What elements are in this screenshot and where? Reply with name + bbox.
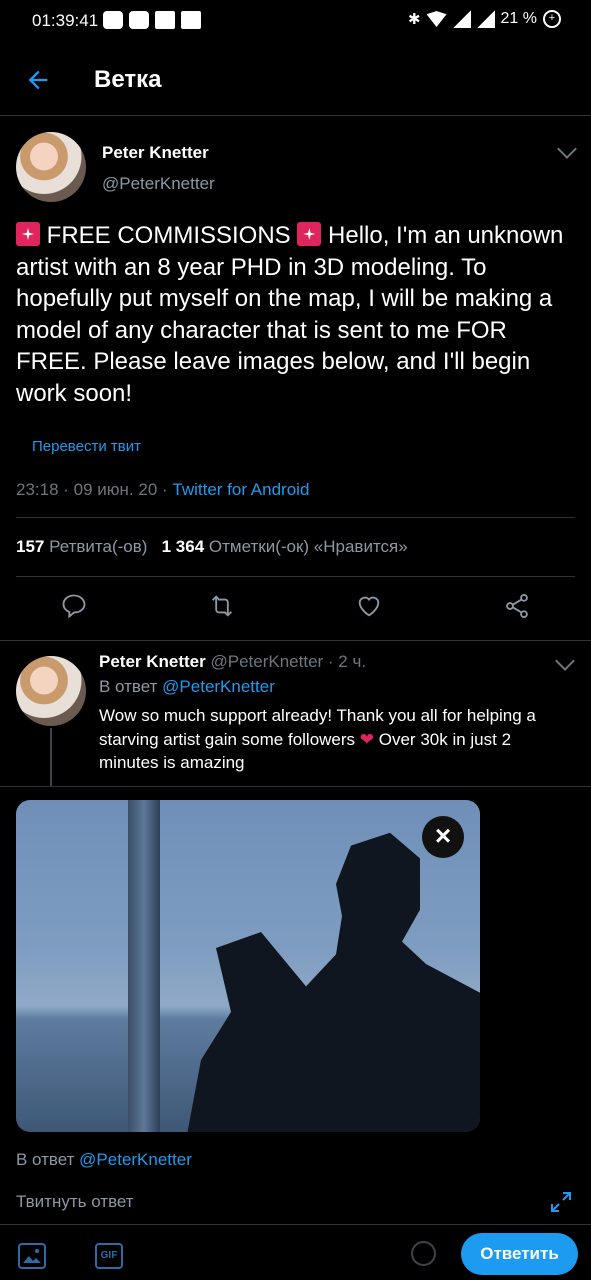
signal-icon	[452, 10, 471, 28]
siren-emoji-icon	[297, 222, 322, 246]
like-label[interactable]: Отметки(-ок) «Нравится»	[209, 537, 408, 556]
system-icons: ✱ 21 % +	[408, 10, 561, 28]
avatar[interactable]	[16, 132, 86, 202]
tweet-meta: 23:18 · 09 июн. 20 · Twitter for Android	[16, 480, 309, 500]
battery-icon: +	[543, 10, 561, 28]
reply-avatar[interactable]	[16, 656, 86, 726]
tweet-text-part: Hello, I'm an unknown artist with an 8 y…	[16, 222, 564, 407]
retweet-count[interactable]: 157	[16, 537, 44, 556]
tweet-text: FREE COMMISSIONS Hello, I'm an unknown a…	[16, 220, 576, 409]
character-counter-icon	[411, 1241, 436, 1266]
signal-icon-2	[476, 10, 495, 28]
expand-icon[interactable]	[549, 1190, 573, 1214]
youtube-icon	[103, 11, 123, 29]
remove-image-close-icon[interactable]: ×	[422, 816, 464, 858]
author-name[interactable]: Peter Knetter	[102, 143, 209, 163]
discord-icon	[129, 11, 149, 29]
author-handle[interactable]: @PeterKnetter	[102, 174, 215, 194]
composer-toolbar: GIF Ответить	[0, 1224, 591, 1280]
back-arrow-icon[interactable]	[24, 66, 52, 94]
tweet-timestamp: 23:18 · 09 июн. 20 ·	[16, 480, 173, 499]
reply-to-line: В ответ @PeterKnetter	[99, 677, 275, 697]
reply-to-handle[interactable]: @PeterKnetter	[162, 677, 275, 696]
translate-tweet-link[interactable]: Перевести твит	[32, 438, 141, 455]
image-icon[interactable]	[18, 1243, 46, 1269]
reply-text: Wow so much support already! Thank you a…	[99, 704, 569, 775]
retweet-label[interactable]: Ретвита(-ов)	[49, 537, 147, 556]
image-glyph-icon	[23, 1249, 41, 1263]
composer-reply-to-handle[interactable]: @PeterKnetter	[79, 1150, 192, 1169]
like-count[interactable]: 1 364	[162, 537, 205, 556]
chevron-down-icon[interactable]	[557, 139, 577, 159]
reply-to-label: В ответ	[99, 677, 163, 696]
image-person-silhouette	[186, 832, 480, 1132]
top-app-bar: Ветка	[0, 44, 591, 116]
status-bar: 01:39:41 ✱ 21 % +	[0, 0, 591, 44]
chevron-down-icon[interactable]	[555, 651, 575, 671]
reply-header: Peter Knetter @PeterKnetter · 2 ч.	[99, 652, 366, 672]
tweet-stats: 157 Ретвита(-ов) 1 364 Отметки(-ок) «Нра…	[16, 537, 408, 557]
siren-emoji-icon	[16, 222, 40, 246]
divider	[16, 576, 575, 577]
reply-author-handle[interactable]: @PeterKnetter · 2 ч.	[211, 652, 367, 671]
attached-image[interactable]: ×	[16, 800, 480, 1132]
battery-percent: 21 %	[500, 10, 537, 27]
share-icon[interactable]	[503, 592, 531, 620]
tweet-actions	[0, 592, 591, 626]
reply-send-button[interactable]: Ответить	[461, 1233, 578, 1275]
bluetooth-icon: ✱	[407, 11, 421, 28]
thread-line	[50, 728, 52, 786]
divider	[16, 517, 575, 518]
retweet-icon[interactable]	[208, 592, 236, 620]
page-title: Ветка	[94, 66, 162, 93]
like-icon[interactable]	[355, 592, 383, 620]
reply-icon[interactable]	[60, 592, 88, 620]
status-time: 01:39:41	[32, 11, 99, 30]
composer-reply-to-label: В ответ	[16, 1150, 80, 1169]
divider	[0, 786, 591, 787]
notification-icons	[103, 11, 201, 29]
composer-reply-to: В ответ @PeterKnetter	[16, 1150, 192, 1170]
heart-emoji-icon: ❤	[359, 729, 375, 749]
wifi-icon	[426, 11, 447, 27]
tweet-source-link[interactable]: Twitter for Android	[172, 480, 309, 499]
tweet-text-part: FREE COMMISSIONS	[40, 222, 298, 249]
divider	[0, 640, 591, 641]
image-window-frame	[128, 800, 160, 1132]
gmail-icon-2	[181, 11, 201, 29]
reply-author-name[interactable]: Peter Knetter	[99, 652, 206, 671]
gmail-icon	[155, 11, 175, 29]
reply-input[interactable]: Твитнуть ответ	[16, 1192, 134, 1212]
gif-icon[interactable]: GIF	[95, 1243, 123, 1269]
